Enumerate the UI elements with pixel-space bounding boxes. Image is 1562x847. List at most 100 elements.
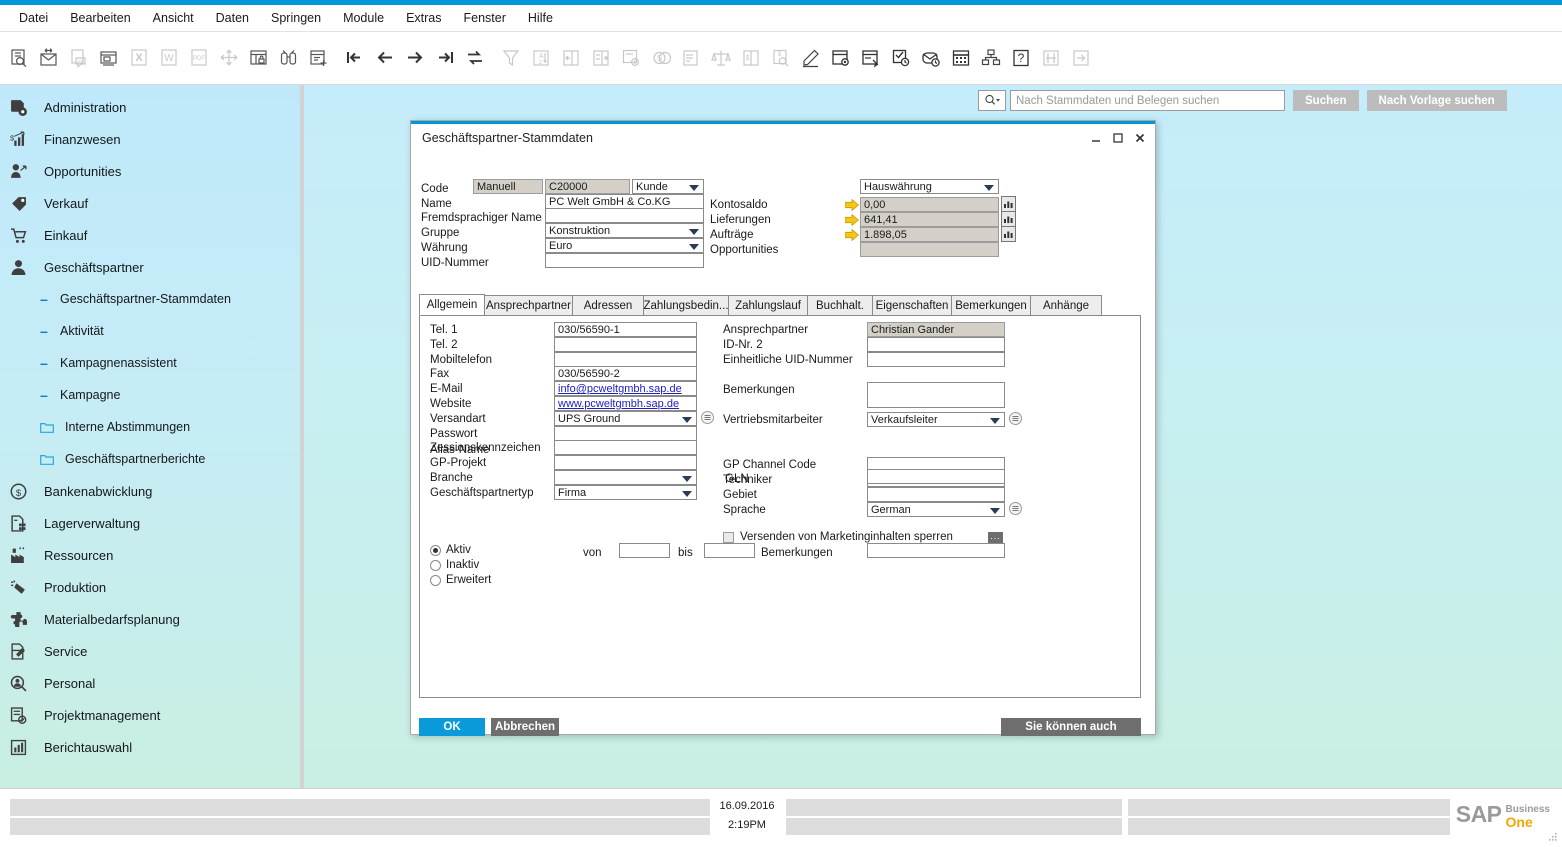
search-button[interactable]: Suchen [1293, 90, 1359, 111]
previous-record-icon[interactable] [370, 43, 400, 73]
minimize-icon[interactable] [1085, 127, 1107, 149]
status-radio-erweitert[interactable]: Erweitert [430, 574, 491, 586]
balance-value-field[interactable]: 0,00 [860, 197, 999, 212]
gebiet-field[interactable] [867, 487, 1005, 502]
search-by-template-button[interactable]: Nach Vorlage suchen [1366, 90, 1507, 111]
status-radio-inaktiv[interactable]: Inaktiv [430, 559, 479, 571]
balance-value-field[interactable]: 1.898,05 [860, 227, 999, 242]
menu-item-datei[interactable]: Datei [8, 7, 59, 29]
sidebar-item-aktivität[interactable]: – Aktivität [0, 315, 300, 347]
edit-pencil-icon[interactable] [796, 43, 826, 73]
group-combo[interactable]: Konstruktion [545, 223, 704, 238]
calendar-icon[interactable] [946, 43, 976, 73]
layers-window-icon[interactable] [94, 43, 124, 73]
menu-item-springen[interactable]: Springen [260, 7, 332, 29]
maximize-icon[interactable] [1107, 127, 1129, 149]
tab-buchhalt[interactable]: Buchhalt. [807, 295, 873, 315]
find-document-icon[interactable] [4, 43, 34, 73]
user-defined-values-icon[interactable] [856, 43, 886, 73]
sidebar-item-geschäftspartner-stammdaten[interactable]: – Geschäftspartner-Stammdaten [0, 283, 300, 315]
ansprechpartner-field[interactable]: Christian Gander [867, 322, 1005, 337]
sidebar-item-personal[interactable]: Personal [0, 667, 300, 699]
sidebar-item-materialbedarfsplanung[interactable]: Materialbedarfsplanung [0, 603, 300, 635]
menu-item-extras[interactable]: Extras [395, 7, 452, 29]
list-options-icon[interactable] [701, 410, 714, 424]
id-nr-2-field[interactable] [867, 337, 1005, 352]
mobiltelefon-field[interactable] [554, 351, 697, 367]
form-settings-icon[interactable] [826, 43, 856, 73]
help-question-icon[interactable]: ? [1006, 43, 1036, 73]
sidebar-item-kampagne[interactable]: – Kampagne [0, 379, 300, 411]
drill-down-arrow-icon[interactable] [845, 199, 859, 211]
tab-ansprechpartner[interactable]: Ansprechpartner [484, 295, 573, 315]
search-dropdown-icon[interactable] [978, 90, 1006, 111]
currency-combo[interactable]: Euro [545, 238, 704, 253]
valid-from-field[interactable] [619, 543, 670, 558]
balance-currency-combo[interactable]: Hauswährung [860, 179, 999, 194]
approval-check-icon[interactable] [886, 43, 916, 73]
status-radio-aktiv[interactable]: Aktiv [430, 544, 471, 556]
status-remarks-field[interactable] [867, 543, 1005, 558]
cancel-button[interactable]: Abbrechen [491, 718, 559, 736]
versandart-field[interactable]: UPS Ground [554, 410, 697, 426]
radio-indicator[interactable] [430, 559, 441, 571]
sidebar-item-service[interactable]: Service [0, 635, 300, 667]
ok-button[interactable]: OK [419, 718, 485, 736]
list-options-icon[interactable] [1009, 502, 1022, 515]
radio-indicator[interactable] [430, 574, 441, 586]
tab-allgemein[interactable]: Allgemein [419, 294, 485, 315]
sidebar-item-bankenabwicklung[interactable]: $ Bankenabwicklung [0, 475, 300, 507]
balance-chart-button[interactable] [1001, 226, 1016, 242]
sidebar-item-lagerverwaltung[interactable]: Lagerverwaltung [0, 507, 300, 539]
last-record-icon[interactable] [430, 43, 460, 73]
menu-item-ansicht[interactable]: Ansicht [142, 7, 205, 29]
search-input[interactable] [1010, 90, 1285, 111]
list-options-icon[interactable] [1009, 412, 1022, 425]
gln-field[interactable] [867, 469, 1005, 484]
sidebar-item-berichtauswahl[interactable]: Berichtauswahl [0, 731, 300, 763]
partner-type-combo[interactable]: Kunde [632, 179, 704, 194]
passwort-field[interactable] [554, 425, 697, 441]
fax-field[interactable]: 030/56590-2 [554, 366, 697, 382]
org-chart-icon[interactable] [976, 43, 1006, 73]
drill-down-arrow-icon[interactable] [845, 229, 859, 241]
website-field[interactable]: www.pcweltgmbh.sap.de [554, 396, 697, 411]
sidebar-item-geschäftspartner[interactable]: Geschäftspartner [0, 251, 300, 283]
block-marketing-checkbox[interactable] [723, 531, 734, 543]
sidebar-item-opportunities[interactable]: Opportunities [0, 155, 300, 187]
sprache-field[interactable]: German [867, 502, 1005, 517]
code-mode-field[interactable]: Manuell [473, 179, 543, 194]
sidebar-item-kampagnenassistent[interactable]: – Kampagnenassistent [0, 347, 300, 379]
name-field[interactable]: PC Welt GmbH & Co.KG [545, 194, 704, 209]
tab-zahlungslauf[interactable]: Zahlungslauf [728, 295, 808, 315]
sidebar-item-geschäftspartnerberichte[interactable]: Geschäftspartnerberichte [0, 443, 300, 475]
sidebar-item-produktion[interactable]: Produktion [0, 571, 300, 603]
tab-anhänge[interactable]: Anhänge [1030, 295, 1102, 315]
alias-name-field[interactable] [554, 440, 697, 455]
sidebar-item-einkauf[interactable]: Einkauf [0, 219, 300, 251]
foreign-name-field[interactable] [545, 208, 704, 223]
tab-bemerkungen[interactable]: Bemerkungen [951, 295, 1031, 315]
lock-window-icon[interactable] [244, 43, 274, 73]
tab-eigenschaften[interactable]: Eigenschaften [872, 295, 952, 315]
next-record-icon[interactable] [400, 43, 430, 73]
mail-move-icon[interactable] [34, 43, 64, 73]
menu-item-bearbeiten[interactable]: Bearbeiten [59, 7, 141, 29]
tel-2-field[interactable] [554, 336, 697, 352]
menu-item-fenster[interactable]: Fenster [453, 7, 517, 29]
code-value-field[interactable]: C20000 [545, 179, 630, 194]
close-icon[interactable] [1129, 127, 1151, 149]
sidebar-item-interne-abstimmungen[interactable]: Interne Abstimmungen [0, 411, 300, 443]
vat-number-field[interactable] [545, 253, 704, 268]
branche-field[interactable] [554, 470, 697, 485]
e-mail-field[interactable]: info@pcweltgmbh.sap.de [554, 381, 697, 397]
balance-value-field[interactable]: 641,41 [860, 212, 999, 227]
valid-to-field[interactable] [704, 543, 755, 558]
first-record-icon[interactable] [340, 43, 370, 73]
you-can-also-button[interactable]: Sie können auch [1001, 718, 1141, 736]
geschäftspartnertyp-field[interactable]: Firma [554, 484, 697, 500]
radio-indicator[interactable] [430, 544, 441, 556]
sidebar-item-projektmanagement[interactable]: Projektmanagement [0, 699, 300, 731]
add-document-icon[interactable] [304, 43, 334, 73]
tab-adressen[interactable]: Adressen [572, 295, 644, 315]
